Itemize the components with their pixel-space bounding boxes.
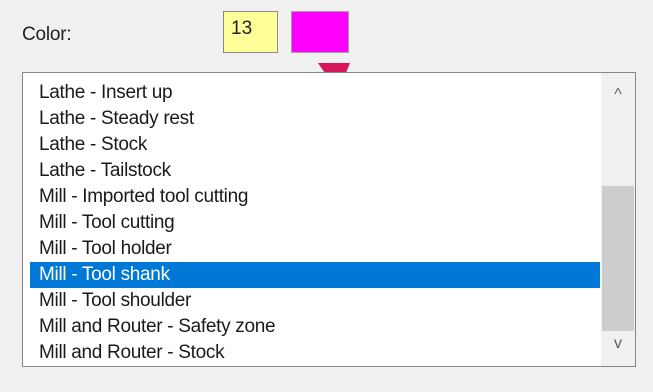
chevron-up-icon[interactable]: ^ <box>601 73 635 117</box>
color-index-field[interactable]: 13 <box>223 11 278 53</box>
element-listbox[interactable]: Lathe - Insert up Lathe - Steady rest Lath… <box>22 72 636 367</box>
color-label: Color: <box>22 24 72 45</box>
list-item[interactable]: Lathe - Tailstock <box>24 158 600 184</box>
list-item[interactable]: Lathe - Stock <box>24 132 600 158</box>
list-item[interactable]: Mill and Router - Stock <box>24 340 600 366</box>
color-swatch-button[interactable] <box>291 11 349 53</box>
list-item[interactable]: Lathe - Steady rest <box>24 106 600 132</box>
list-item[interactable]: Mill - Tool shoulder <box>24 288 600 314</box>
list-item-selected[interactable]: Mill - Tool shank <box>30 262 600 288</box>
element-list: Lathe - Insert up Lathe - Steady rest Lath… <box>24 80 600 366</box>
chevron-down-icon[interactable]: v <box>601 322 635 366</box>
list-item[interactable]: Mill - Tool holder <box>24 236 600 262</box>
scrollbar-thumb[interactable] <box>602 186 634 331</box>
list-item[interactable]: Mill - Tool cutting <box>24 210 600 236</box>
list-item[interactable]: Mill - Imported tool cutting <box>24 184 600 210</box>
list-item[interactable]: Mill and Router - Safety zone <box>24 314 600 340</box>
vertical-scrollbar[interactable]: ^ v <box>601 73 635 366</box>
list-item[interactable]: Lathe - Insert up <box>24 80 600 106</box>
